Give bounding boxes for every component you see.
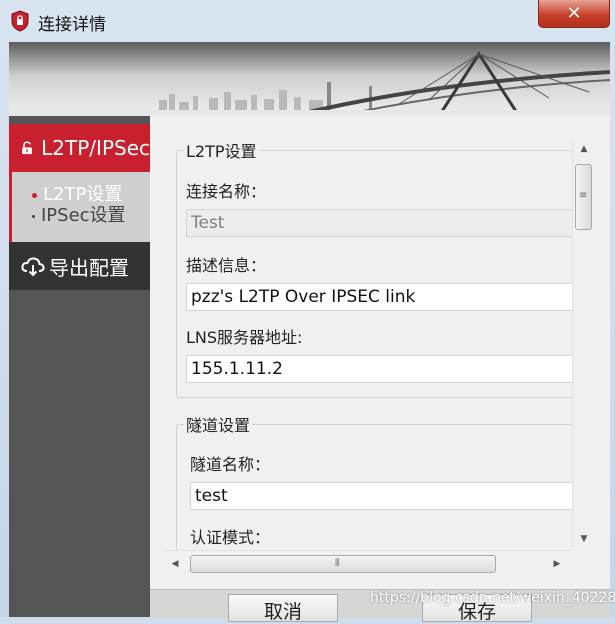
description-label: 描述信息： bbox=[186, 256, 267, 275]
sidebar-item-l2tp-ipsec[interactable]: L2TP/IPSec bbox=[9, 124, 150, 172]
group-title: 隧道设置 bbox=[186, 416, 251, 435]
settings-panel: L2TP设置 连接名称： 描述信息： LNS服务器地址: 隧道设置 隧道名称： … bbox=[176, 138, 572, 550]
lock-icon bbox=[22, 141, 32, 155]
connection-details-window: 连接详情 ✕ L2TP/IPSec L2TP设置 IPSec设置 导出配置 L2… bbox=[0, 0, 615, 623]
tunnel-name-label: 隧道名称： bbox=[190, 455, 271, 474]
sidebar: L2TP/IPSec L2TP设置 IPSec设置 导出配置 bbox=[9, 116, 150, 617]
lns-server-field[interactable] bbox=[186, 355, 572, 383]
lns-server-label: LNS服务器地址: bbox=[186, 328, 303, 347]
subnav-item-ipsec-settings[interactable]: IPSec设置 bbox=[32, 201, 126, 227]
grip-icon: ≡ bbox=[579, 190, 588, 201]
horizontal-scroll-thumb[interactable]: ⦀ bbox=[190, 555, 496, 573]
horizontal-scrollbar[interactable]: ◀ ⦀ ▶ bbox=[164, 550, 572, 577]
city-bridge-image bbox=[9, 42, 610, 116]
close-button[interactable]: ✕ bbox=[538, 0, 610, 28]
auth-mode-label: 认证模式： bbox=[190, 528, 271, 547]
subnav-label: IPSec设置 bbox=[41, 205, 126, 226]
connection-name-field[interactable] bbox=[186, 209, 572, 237]
window-title: 连接详情 bbox=[38, 15, 106, 35]
tunnel-name-field[interactable] bbox=[190, 482, 572, 510]
title-bar[interactable]: 连接详情 ✕ bbox=[0, 0, 615, 40]
sidebar-item-label: 导出配置 bbox=[49, 255, 129, 280]
scroll-up-icon[interactable]: ▲ bbox=[573, 138, 595, 160]
sidebar-item-label: L2TP/IPSec bbox=[41, 136, 150, 160]
watermark: https://blog.csdn.net/weixin_40228200 bbox=[370, 590, 615, 606]
description-field[interactable] bbox=[186, 283, 572, 311]
sidebar-subnav: L2TP设置 IPSec设置 bbox=[9, 172, 150, 242]
header-banner bbox=[9, 42, 610, 116]
connection-name-label: 连接名称： bbox=[186, 182, 267, 201]
sidebar-item-export-config[interactable]: 导出配置 bbox=[9, 242, 150, 290]
scroll-down-icon[interactable]: ▼ bbox=[573, 528, 595, 550]
group-title: L2TP设置 bbox=[186, 142, 257, 161]
vertical-scroll-thumb[interactable]: ≡ bbox=[575, 164, 592, 230]
cancel-button[interactable]: 取消 bbox=[228, 594, 338, 623]
scroll-right-icon[interactable]: ▶ bbox=[546, 551, 568, 577]
shield-icon bbox=[11, 10, 29, 32]
bullet-icon bbox=[32, 214, 35, 218]
vertical-scrollbar[interactable]: ▲ ≡ ▼ bbox=[572, 138, 595, 550]
scroll-left-icon[interactable]: ◀ bbox=[164, 551, 186, 577]
close-icon: ✕ bbox=[566, 3, 582, 24]
cloud-download-icon bbox=[21, 257, 45, 277]
bullet-icon bbox=[32, 192, 37, 198]
grip-icon: ⦀ bbox=[335, 558, 340, 569]
